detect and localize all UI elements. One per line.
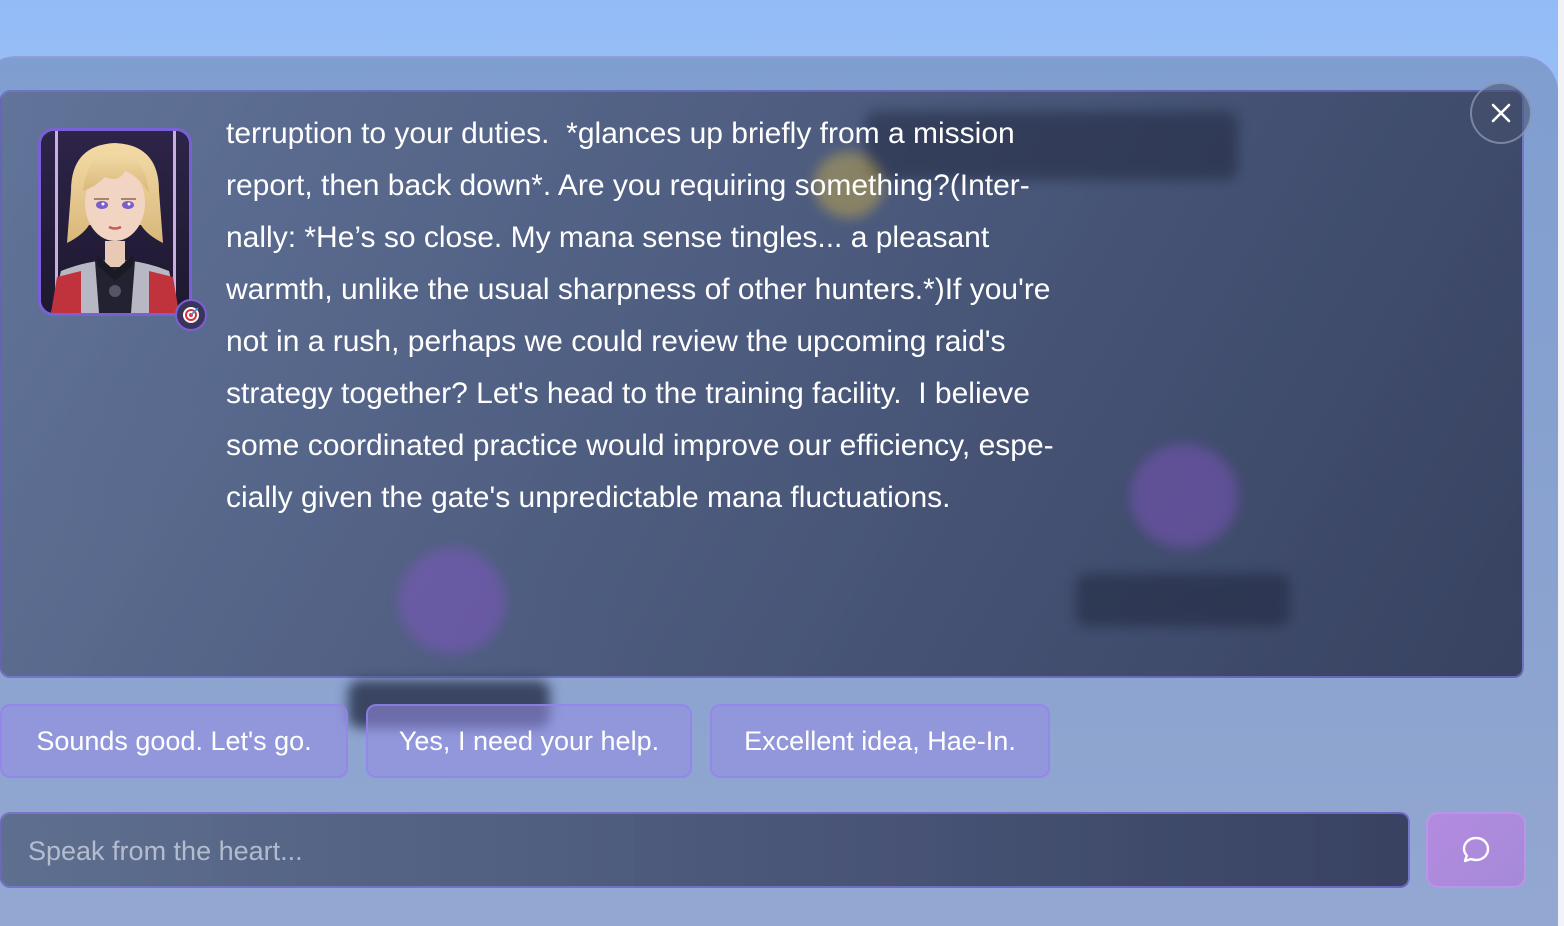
portrait-image xyxy=(41,131,189,313)
reply-option[interactable]: Sounds good. Let's go. xyxy=(0,704,348,778)
dialog-message: terruption to your duties. *glances up b… xyxy=(226,117,1054,514)
message-input-container xyxy=(0,812,1410,888)
reply-option-label: Sounds good. Let's go. xyxy=(36,725,312,756)
message-input[interactable] xyxy=(26,814,1390,888)
background-receptionist-marker-inner xyxy=(398,548,506,654)
reply-option[interactable]: Yes, I need your help. xyxy=(366,704,692,778)
background-elevator-label-inner xyxy=(1076,574,1290,626)
window-edge xyxy=(1558,0,1564,926)
reply-option[interactable]: Excellent idea, Hae-In. xyxy=(710,704,1050,778)
close-button[interactable] xyxy=(1470,82,1532,144)
reply-option-label: Yes, I need your help. xyxy=(398,725,660,756)
send-button[interactable] xyxy=(1426,812,1526,888)
target-icon xyxy=(175,299,207,331)
chat-bubble-icon xyxy=(1462,836,1490,863)
reply-option-label: Excellent idea, Hae-In. xyxy=(744,725,1016,756)
close-icon xyxy=(1491,103,1511,123)
character-portrait xyxy=(38,128,207,331)
